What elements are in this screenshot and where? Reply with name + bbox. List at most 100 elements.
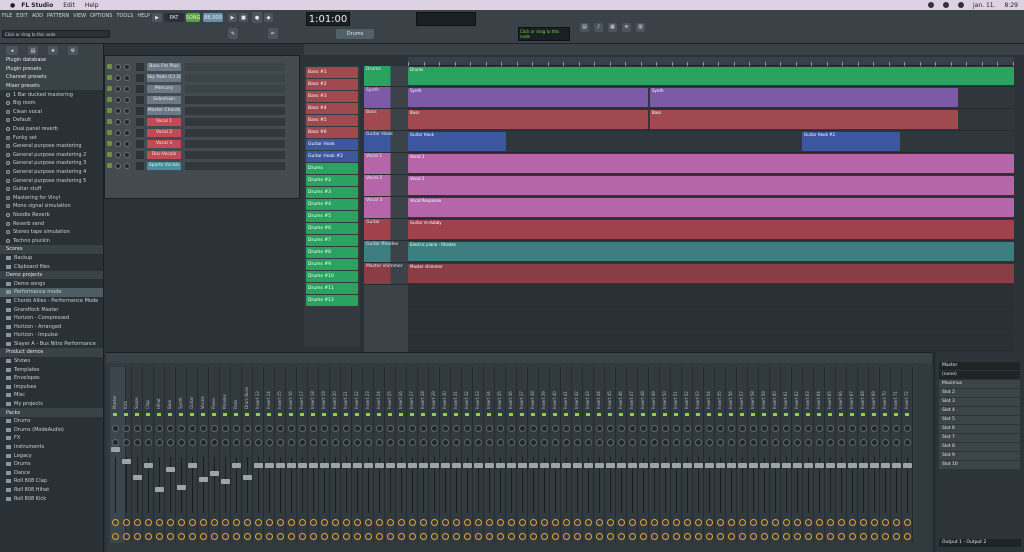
browser-icon[interactable]: ▥ [636, 22, 645, 32]
mixer-strip[interactable]: Bass [165, 367, 176, 543]
mixer-send-ring[interactable] [706, 519, 713, 526]
mixer-fader[interactable] [683, 463, 692, 468]
mixer-fader[interactable] [892, 463, 901, 468]
mixer-pan-knob[interactable] [244, 425, 251, 432]
mixer-track-number[interactable] [136, 151, 144, 159]
mixer-send-ring[interactable] [761, 519, 768, 526]
insert-title[interactable]: Master [939, 362, 1020, 370]
pattern-item[interactable]: Drums #12 [306, 295, 358, 306]
playlist-lane[interactable]: Synth Synth [408, 87, 1014, 109]
mixer-pan-knob[interactable] [134, 425, 141, 432]
mixer-stereo-knob[interactable] [607, 439, 614, 446]
mixer-strip[interactable]: Pads [231, 367, 242, 543]
mixer-stereo-knob[interactable] [475, 439, 482, 446]
pan-knob[interactable] [115, 97, 121, 103]
mixer-fader[interactable] [111, 447, 120, 452]
mixer-route-led[interactable] [399, 413, 403, 416]
browser-item[interactable]: Drums (ModeAudio) [0, 426, 103, 435]
mixer-send-ring[interactable] [519, 519, 526, 526]
pattern-item[interactable]: Drums #4 [306, 199, 358, 210]
mixer-fader[interactable] [430, 463, 439, 468]
mixer-stereo-knob[interactable] [387, 439, 394, 446]
mixer-pan-knob[interactable] [409, 425, 416, 432]
pattern-item[interactable]: Bass #3 [306, 91, 358, 102]
mixer-send-ring[interactable] [112, 519, 119, 526]
browser-item[interactable]: Plugin database [0, 56, 103, 65]
mixer-fader[interactable] [771, 463, 780, 468]
rack-icon[interactable]: ▦ [608, 22, 617, 32]
mixer-route-led[interactable] [740, 413, 744, 416]
track-header[interactable]: Drums [364, 66, 408, 87]
insert-output[interactable]: Output 1 - Output 2 [939, 539, 1021, 547]
mixer-pan-knob[interactable] [519, 425, 526, 432]
mixer-strip[interactable]: Insert 38 [528, 367, 539, 543]
mixer-fader[interactable] [485, 463, 494, 468]
channel-mute-led[interactable] [107, 152, 112, 157]
mixer-stereo-knob[interactable] [882, 439, 889, 446]
mixer-stereo-knob[interactable] [596, 439, 603, 446]
mixer-send-ring[interactable] [156, 533, 163, 540]
mixer-route-led[interactable] [432, 413, 436, 416]
mixer-send-ring[interactable] [860, 519, 867, 526]
mixer-strip[interactable]: Drum Buss [242, 367, 253, 543]
mixer-send-ring[interactable] [805, 533, 812, 540]
mixer-send-ring[interactable] [794, 519, 801, 526]
mixer-send-ring[interactable] [299, 533, 306, 540]
mixer-strip[interactable]: Insert 28 [418, 367, 429, 543]
mixer-send-ring[interactable] [332, 519, 339, 526]
mixer-route-led[interactable] [234, 413, 238, 416]
mixer-strip[interactable]: Insert 35 [495, 367, 506, 543]
mixer-route-led[interactable] [894, 413, 898, 416]
mixer-fader[interactable] [705, 463, 714, 468]
mixer-route-led[interactable] [806, 413, 810, 416]
mixer-fader[interactable] [276, 463, 285, 468]
channel-mute-led[interactable] [107, 163, 112, 168]
mixer-pan-knob[interactable] [145, 425, 152, 432]
browser-item[interactable]: Backup [0, 254, 103, 263]
mixer-route-led[interactable] [861, 413, 865, 416]
mixer-send-ring[interactable] [222, 519, 229, 526]
effect-slot[interactable]: Slot 7 [939, 434, 1020, 442]
mixer-pan-knob[interactable] [442, 425, 449, 432]
playlist-lane[interactable]: Drums [408, 66, 1014, 87]
mixer-stereo-knob[interactable] [277, 439, 284, 446]
mixer-send-ring[interactable] [398, 533, 405, 540]
mixer-send-ring[interactable] [871, 519, 878, 526]
mixer-stereo-knob[interactable] [354, 439, 361, 446]
menu-tools[interactable]: TOOLS [116, 13, 133, 19]
mixer-pan-knob[interactable] [387, 425, 394, 432]
browser-item[interactable]: Envelopes [0, 374, 103, 383]
mixer-stereo-knob[interactable] [651, 439, 658, 446]
mixer-pan-knob[interactable] [266, 425, 273, 432]
mixer-send-ring[interactable] [464, 533, 471, 540]
playlist-clip[interactable]: Guitar Hook #2 [802, 132, 900, 151]
browser-item[interactable]: Channel presets [0, 73, 103, 82]
mixer-strip[interactable]: Insert 41 [561, 367, 572, 543]
mixer-strip[interactable]: Insert 25 [385, 367, 396, 543]
mixer-send-ring[interactable] [871, 533, 878, 540]
step-sequencer[interactable] [185, 129, 285, 137]
mixer-send-ring[interactable] [519, 533, 526, 540]
mixer-pan-knob[interactable] [112, 425, 119, 432]
mixer-fader[interactable] [265, 463, 274, 468]
mixer-fader[interactable] [650, 463, 659, 468]
tempo-display[interactable]: 88.000 [203, 13, 223, 22]
mixer-strip[interactable]: Insert 66 [836, 367, 847, 543]
mixer-route-led[interactable] [773, 413, 777, 416]
draw-tool-icon[interactable]: ✏ [268, 28, 278, 39]
mixer-send-ring[interactable] [464, 519, 471, 526]
mixer-stereo-knob[interactable] [112, 439, 119, 446]
mixer-stereo-knob[interactable] [805, 439, 812, 446]
mixer-send-ring[interactable] [442, 533, 449, 540]
playlist-clip[interactable]: Vocal 1 [408, 154, 1014, 173]
mixer-strip[interactable]: Insert 44 [594, 367, 605, 543]
mixer-send-ring[interactable] [453, 519, 460, 526]
track-header[interactable]: Vocal 3 [364, 197, 408, 219]
browser-item[interactable]: Roll 808 Kick [0, 494, 103, 503]
mixer-route-led[interactable] [124, 413, 128, 416]
mixer-send-ring[interactable] [662, 519, 669, 526]
mixer-send-ring[interactable] [706, 533, 713, 540]
mixer-send-ring[interactable] [607, 519, 614, 526]
mixer-fader[interactable] [639, 463, 648, 468]
mixer-pan-knob[interactable] [167, 425, 174, 432]
